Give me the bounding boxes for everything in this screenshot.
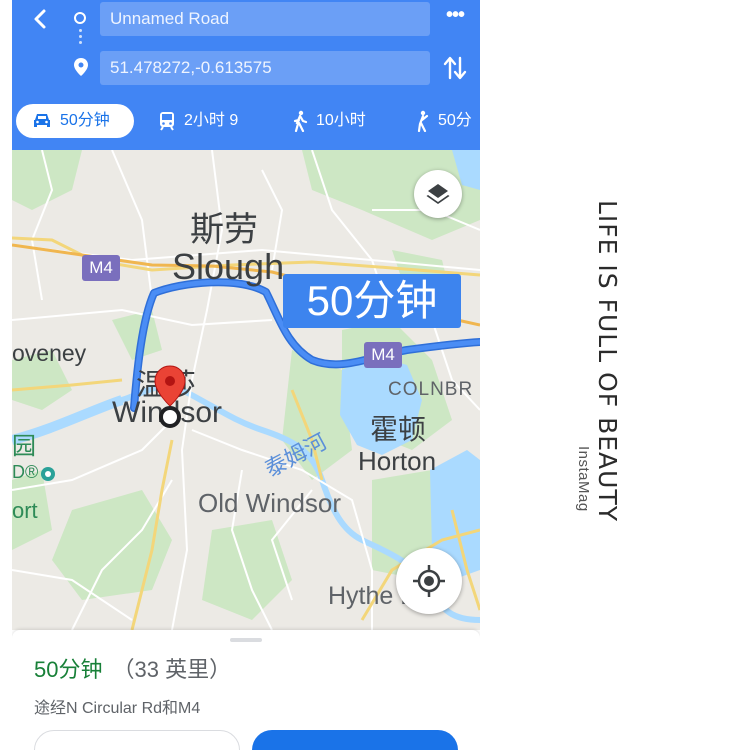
map-layers-button[interactable]	[414, 170, 462, 218]
tab-driving[interactable]: 50分钟	[16, 104, 134, 138]
route-duration: 50分钟	[34, 657, 103, 682]
map-view[interactable]: 斯劳 Slough oveney 温莎 Windsor 泰姆河 霍顿 Horto…	[12, 150, 480, 630]
travel-mode-tabs: 50分钟 2小时 9 10小时 50分	[12, 104, 480, 142]
route-via: 途经N Circular Rd和M4	[34, 700, 201, 717]
destination-marker-icon[interactable]	[152, 364, 188, 432]
swap-icon[interactable]	[442, 54, 468, 82]
back-button[interactable]	[26, 2, 56, 36]
origin-dot-icon	[74, 12, 86, 24]
crosshair-icon	[413, 565, 445, 597]
origin-input[interactable]: Unnamed Road	[100, 2, 430, 36]
tab-driving-label: 50分钟	[60, 112, 110, 129]
tab-transit-label: 2小时 9	[184, 112, 239, 129]
directions-header: Unnamed Road 51.478272,-0.613575 ••• 50分…	[12, 0, 480, 150]
map-label-dorney: oveney	[12, 340, 87, 366]
train-icon	[160, 112, 174, 131]
decor-slogan-text: LIFE IS FULL OF BEAUTY	[593, 200, 622, 522]
map-label-horton-cn: 霍顿	[370, 414, 427, 445]
destination-input[interactable]: 51.478272,-0.613575	[100, 51, 430, 85]
car-icon	[34, 114, 50, 127]
tab-ride-label: 50分	[438, 112, 472, 129]
map-label-park-frag: D®	[12, 462, 39, 482]
tab-transit[interactable]: 2小时 9	[158, 104, 238, 138]
more-options-icon[interactable]: •••	[442, 5, 468, 28]
road-shield-m4-east: M4	[364, 342, 402, 368]
map-label-port-frag: ort	[12, 498, 38, 523]
maps-screen: Unnamed Road 51.478272,-0.613575 ••• 50分…	[12, 0, 480, 750]
map-label-colnbrook: COLNBR	[388, 379, 474, 400]
back-arrow-icon	[34, 9, 46, 29]
destination-pin-icon	[74, 58, 88, 76]
map-label-slough: Slough	[172, 246, 285, 287]
map-label-slough-cn: 斯劳	[190, 211, 258, 249]
ride-icon	[417, 110, 429, 132]
map-label-horton: Horton	[358, 446, 437, 476]
tab-walking-label: 10小时	[316, 112, 366, 129]
map-label-park: 园	[12, 433, 36, 460]
road-shield-m4: M4	[82, 255, 120, 281]
sheet-drag-handle[interactable]	[230, 638, 262, 642]
walk-icon	[293, 110, 308, 132]
route-summary-sheet[interactable]: 50分钟 （33 英里） 途经N Circular Rd和M4	[12, 630, 480, 750]
tab-ride[interactable]: 50分	[414, 104, 472, 138]
route-distance: （33 英里）	[112, 657, 232, 682]
start-button[interactable]	[252, 730, 458, 750]
route-time-bubble[interactable]: 50分钟	[283, 274, 461, 328]
layers-icon	[426, 184, 450, 204]
map-label-old-windsor: Old Windsor	[198, 488, 342, 518]
steps-button[interactable]	[34, 730, 240, 750]
route-dots-icon	[79, 29, 82, 47]
route-summary-title: 50分钟 （33 英里）	[34, 652, 231, 684]
tab-walking[interactable]: 10小时	[292, 104, 366, 138]
decor-brand-text: InstaMag	[575, 446, 592, 512]
my-location-button[interactable]	[396, 548, 462, 614]
